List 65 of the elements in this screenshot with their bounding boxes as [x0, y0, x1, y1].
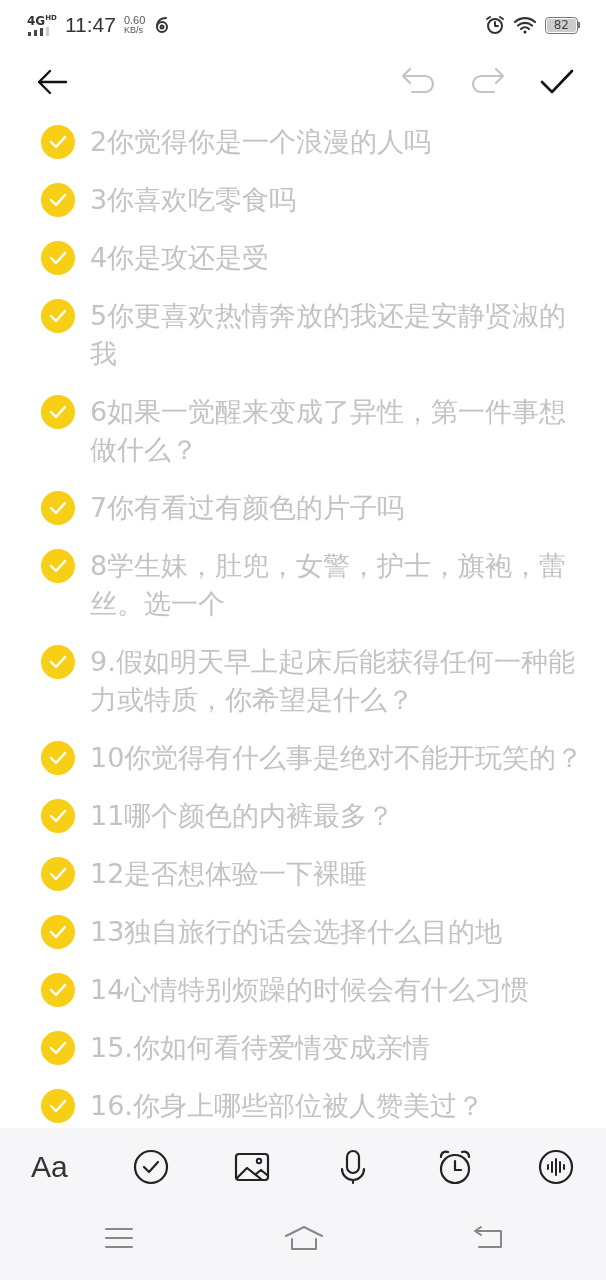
checklist-item-text: 2你觉得你是一个浪漫的人吗 [90, 125, 433, 159]
checkbox[interactable] [41, 125, 75, 159]
checklist-item-text: 9.假如明天早上起床后能获得任何一种能力或特质，你希望是什么？ [90, 645, 576, 717]
menu-icon[interactable] [104, 1225, 134, 1250]
checkmark-icon [49, 251, 67, 265]
checkbox[interactable] [41, 299, 75, 333]
checkmark-icon [49, 655, 67, 669]
checkbox[interactable] [41, 491, 75, 525]
checklist-item-text: 7你有看过有颜色的片子吗 [90, 491, 406, 525]
checklist-item-text: 6如果一觉醒来变成了异性，第一件事想做什么？ [90, 395, 568, 467]
checkmark-icon [49, 1099, 67, 1113]
checklist-item-text: 16.你身上哪些部位被人赞美过？ [90, 1089, 485, 1123]
checkbox[interactable] [41, 1031, 75, 1065]
speed-unit: KB/s [123, 26, 144, 35]
checkmark-icon [49, 1041, 67, 1055]
network-type: 4G [27, 14, 46, 27]
clock-time: 11:47 [64, 13, 116, 37]
checklist-item-text: 10你觉得有什么事是绝对不能开玩笑的？ [90, 741, 585, 775]
checkmark-icon [49, 501, 67, 515]
checklist-item-text: 4你是攻还是受 [90, 241, 271, 275]
checkbox[interactable] [41, 741, 75, 775]
checkbox[interactable] [41, 1089, 75, 1123]
checkmark-icon [49, 405, 67, 419]
checklist-item-text: 13独自旅行的话会选择什么目的地 [90, 915, 504, 949]
checkbox[interactable] [41, 395, 75, 429]
checklist-item-text: 8学生妹，肚兜，女警，护士，旗袍，蕾丝。选一个 [90, 549, 568, 621]
checkmark-icon [49, 559, 67, 573]
checklist-icon [132, 1148, 169, 1185]
alarm-icon [484, 15, 505, 35]
checkbox[interactable] [41, 915, 75, 949]
checklist-item-text: 3你喜欢吃零食吗 [90, 183, 298, 217]
checklist-item-text: 12是否想体验一下裸睡 [90, 857, 369, 891]
checkmark-icon [49, 809, 67, 823]
signal-icon [27, 26, 51, 36]
checkmark-icon [49, 751, 67, 765]
checkmark-icon [49, 983, 67, 997]
checkmark-icon [49, 193, 67, 207]
voice-wave-icon [537, 1148, 574, 1185]
speed-value: 0.60 [123, 15, 146, 26]
checkbox[interactable] [41, 183, 75, 217]
checklist-item-text: 5你更喜欢热情奔放的我还是安静贤淑的我 [90, 299, 568, 371]
checklist-button[interactable] [132, 1148, 169, 1185]
back-arrow-icon [36, 68, 68, 95]
checkmark-icon [540, 68, 574, 95]
checkbox[interactable] [41, 857, 75, 891]
checkbox[interactable] [41, 799, 75, 833]
checkmark-icon [49, 867, 67, 881]
back-button[interactable] [36, 68, 68, 95]
checkbox[interactable] [41, 241, 75, 275]
return-icon[interactable] [473, 1224, 503, 1251]
wifi-icon [512, 16, 537, 34]
checklist-item-text: 15.你如何看待爱情变成亲情 [90, 1031, 431, 1065]
checkbox[interactable] [41, 549, 75, 583]
checklist-item-text: 11哪个颜色的内裤最多？ [90, 799, 396, 833]
home-icon[interactable] [283, 1224, 324, 1251]
checkmark-icon [49, 135, 67, 149]
checkbox[interactable] [41, 973, 75, 1007]
voice-wave-button[interactable] [537, 1148, 574, 1185]
font-button[interactable]: Aa [31, 1149, 68, 1184]
checklist-item-text: 14心情特别烦躁的时候会有什么习惯 [90, 973, 531, 1007]
checkbox[interactable] [41, 645, 75, 679]
battery-level: 82 [546, 18, 576, 32]
checkmark-icon [49, 309, 67, 323]
checkmark-icon [49, 925, 67, 939]
done-button[interactable] [540, 68, 574, 95]
